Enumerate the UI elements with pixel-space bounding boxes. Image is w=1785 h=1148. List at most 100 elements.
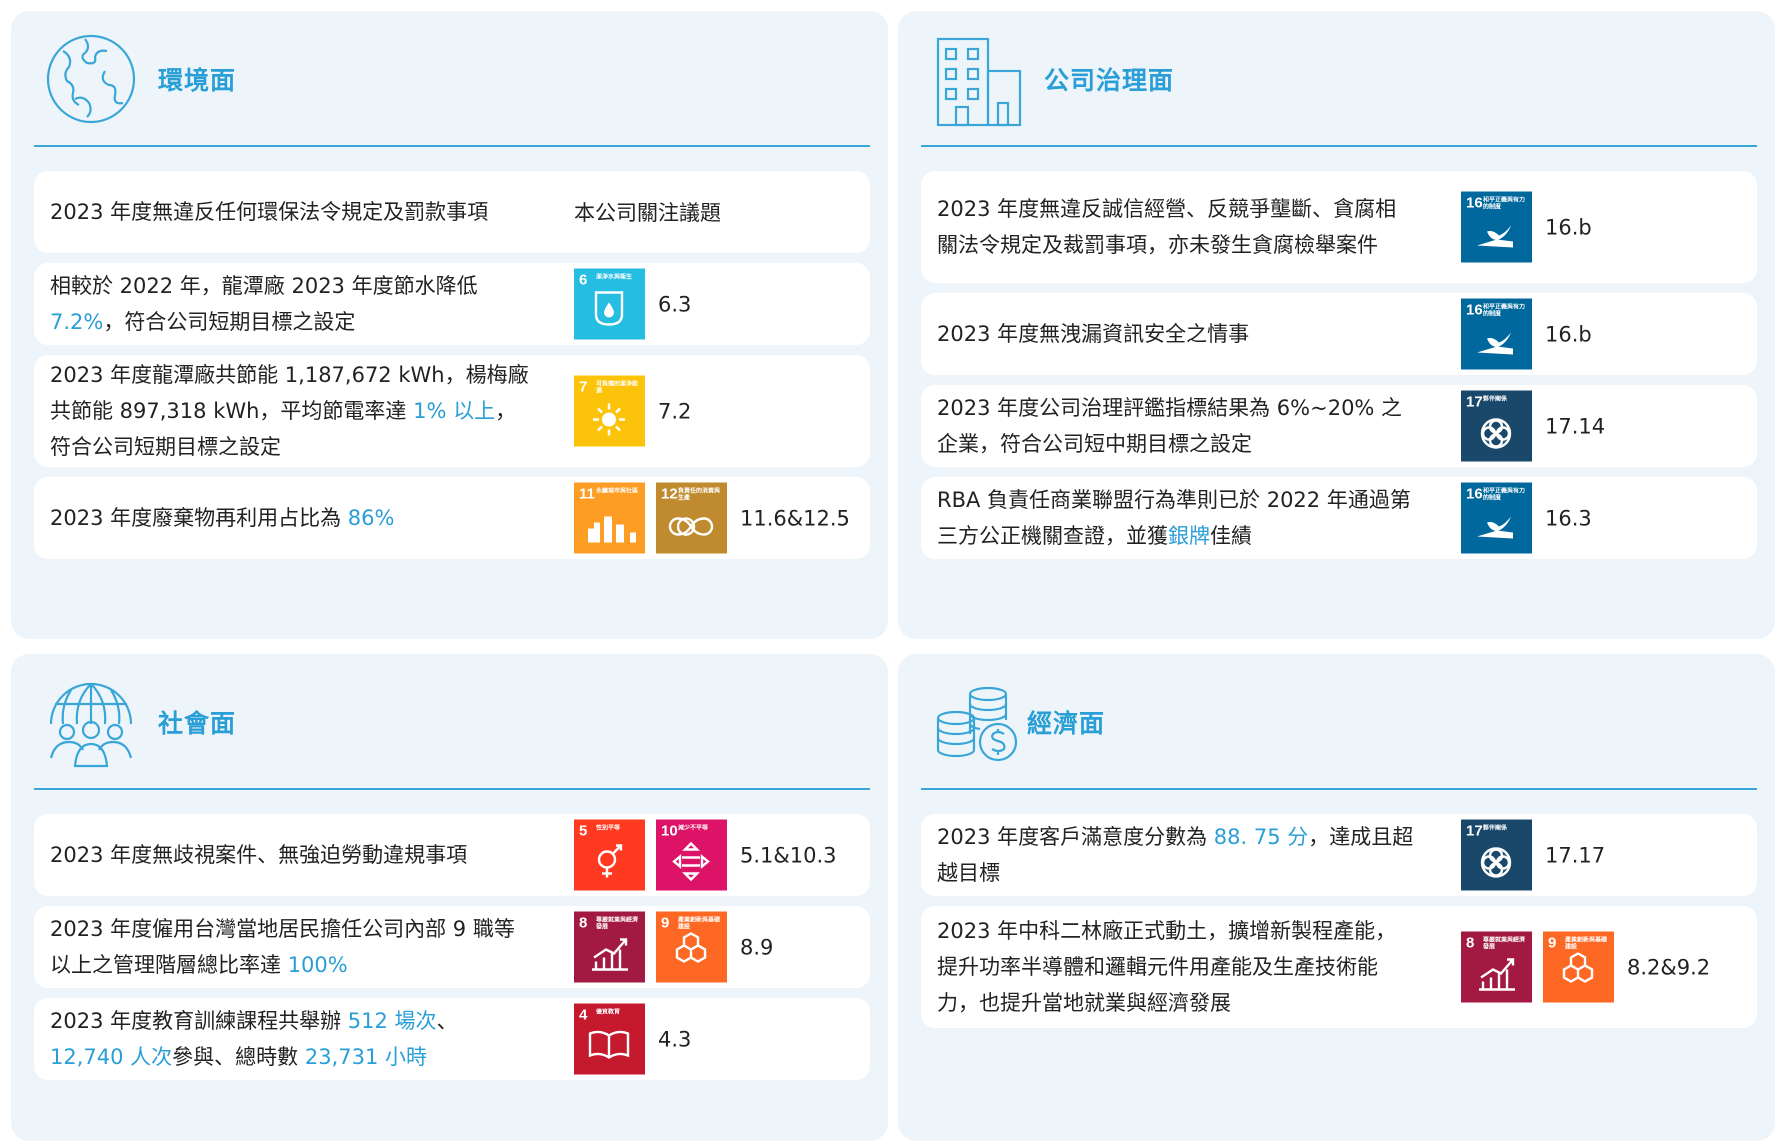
sdg-badges: 8 尊嚴就業與經濟發展 9 產業創新與基礎建設 8.9: [574, 911, 774, 983]
text-segment: 2023 年度教育訓練課程共舉辦: [50, 1009, 348, 1033]
sdg-7-badge: 7 可負擔的潔淨能源: [574, 375, 645, 447]
sdg-17-badge: 17 夥伴關係: [1461, 390, 1532, 462]
list-item: 2023 年度龍潭廠共節能 1,187,672 kWh，楊梅廠共節能 897,3…: [34, 355, 870, 467]
sdg-number: 9: [661, 914, 670, 932]
highlight-text: 23,731 小時: [304, 1045, 427, 1069]
item-text: 2023 年度僱用台灣當地居民擔任公司內部 9 職等以上之管理階層總比率達 10…: [50, 911, 530, 983]
governance-header: 公司治理面: [898, 11, 1775, 147]
list-item: 相較於 2022 年，龍潭廠 2023 年度節水降低 7.2%，符合公司短期目標…: [34, 263, 870, 345]
sdg-caption: 產業創新與基礎建設: [1565, 936, 1608, 951]
list-item: 2023 年度無歧視案件、無強迫勞動違規事項 5 性別平等 10 減少不平等 5.1&10…: [34, 814, 870, 896]
sdg-16-badge: 16 和平正義與有力的制度: [1461, 191, 1532, 263]
sdg-16-badge: 16 和平正義與有力的制度: [1461, 298, 1532, 370]
item-text: 2023 年度無洩漏資訊安全之情事: [937, 316, 1417, 352]
list-item: RBA 負責任商業聯盟行為準則已於 2022 年通過第三方公正機關查證，並獲銀牌…: [921, 477, 1757, 559]
header-rule: [34, 145, 870, 147]
sdg-number: 16: [1466, 301, 1483, 319]
sdg-caption: 性別平等: [596, 824, 621, 832]
globe-icon: [46, 34, 136, 124]
item-text: 2023 年度客戶滿意度分數為 88. 75 分，達成且超越目標: [937, 819, 1417, 891]
list-item: 2023 年度無洩漏資訊安全之情事 16 和平正義與有力的制度 16.b: [921, 293, 1757, 375]
item-text: 2023 年中科二林廠正式動土，擴增新製程產能，提升功率半導體和邏輯元件用產能及…: [937, 913, 1417, 1021]
sdg-badges: 7 可負擔的潔淨能源 7.2: [574, 375, 691, 447]
environment-title: 環境面: [158, 66, 237, 95]
sdg-6-badge: 6 潔淨水與衛生: [574, 268, 645, 340]
sdg-badges: 4 優質教育 4.3: [574, 1003, 692, 1075]
text-segment: 2023 年度僱用台灣當地居民擔任公司內部 9 職等以上之管理階層總比率達: [50, 917, 515, 977]
item-text: 2023 年度無違反誠信經營、反競爭壟斷、貪腐相關法令規定及裁罰事項，亦未發生貪…: [937, 191, 1417, 263]
sdg-caption: 和平正義與有力的制度: [1483, 303, 1526, 318]
text-segment: 2023 年中科二林廠正式動土，擴增新製程產能，提升功率半導體和邏輯元件用產能及…: [937, 919, 1397, 1015]
sdg-target: 17.14: [1545, 414, 1606, 438]
sdg-badges: 17 夥伴關係 17.17: [1461, 819, 1605, 891]
text-segment: 、: [436, 1009, 458, 1033]
sdg-number: 17: [1466, 393, 1483, 411]
sdg-badges: 16 和平正義與有力的制度 16.b: [1461, 191, 1592, 263]
text-segment: 2023 年度無違反誠信經營、反競爭壟斷、貪腐相關法令規定及裁罰事項，亦未發生貪…: [937, 197, 1397, 257]
economic-panel: 經濟面 2023 年度客戶滿意度分數為 88. 75 分，達成且超越目標 17 夥伴…: [898, 654, 1775, 1141]
sdg-number: 16: [1466, 485, 1483, 503]
highlight-text: 7.2%: [50, 310, 104, 334]
governance-title: 公司治理面: [1044, 66, 1175, 95]
list-item: 2023 年度無違反任何環保法令規定及罰款事項 本公司關注議題: [34, 171, 870, 253]
sdg-caption: 減少不平等: [678, 824, 709, 832]
sdg-12-badge: 12 負責任的消費與生產: [656, 482, 727, 554]
economic-header: 經濟面: [898, 654, 1775, 790]
highlight-text: 512 場次: [347, 1009, 437, 1033]
coins-dollar-icon: [936, 686, 1018, 762]
sdg-8-badge: 8 尊嚴就業與經濟發展: [1461, 931, 1532, 1003]
social-panel: 社會面 2023 年度無歧視案件、無強迫勞動違規事項 5 性別平等 10 減少不平等 5.…: [11, 654, 888, 1141]
sdg-number: 11: [579, 485, 595, 503]
highlight-text: 86%: [347, 506, 395, 530]
sdg-target: 8.2&9.2: [1627, 955, 1711, 979]
sdg-target: 16.b: [1545, 215, 1592, 239]
sdg-caption: 潔淨水與衛生: [596, 273, 633, 281]
governance-panel: 公司治理面 2023 年度無違反誠信經營、反競爭壟斷、貪腐相關法令規定及裁罰事項…: [898, 11, 1775, 639]
sdg-17-badge: 17 夥伴關係: [1461, 819, 1532, 891]
sdg-caption: 產業創新與基礎建設: [678, 916, 721, 931]
list-item: 2023 年度廢棄物再利用占比為 86% 11 永續城市與社區 12 負責任的消費與生產…: [34, 477, 870, 559]
highlight-text: 100%: [287, 953, 348, 977]
sdg-caption: 尊嚴就業與經濟發展: [596, 916, 639, 931]
header-rule: [921, 145, 1757, 147]
list-item: 2023 年度公司治理評鑑指標結果為 6%~20% 之企業，符合公司短中期目標之…: [921, 385, 1757, 467]
economic-title: 經濟面: [1027, 709, 1106, 738]
sdg-caption: 負責任的消費與生產: [678, 487, 721, 502]
sdg-target: 6.3: [658, 292, 692, 316]
sdg-number: 9: [1548, 934, 1557, 952]
sdg-8-badge: 8 尊嚴就業與經濟發展: [574, 911, 645, 983]
text-segment: 2023 年度廢棄物再利用占比為: [50, 506, 348, 530]
sdg-badges: 5 性別平等 10 減少不平等 5.1&10.3: [574, 819, 837, 891]
sdg-number: 7: [579, 378, 588, 396]
sdg-number: 8: [579, 914, 588, 932]
focus-issue-header: 本公司關注議題: [574, 201, 721, 225]
sdg-target: 4.3: [658, 1027, 692, 1051]
sdg-badges: 8 尊嚴就業與經濟發展 9 產業創新與基礎建設 8.2&9.2: [1461, 931, 1711, 1003]
text-segment: 2023 年度公司治理評鑑指標結果為 6%~20% 之企業，符合公司短中期目標之…: [937, 396, 1403, 456]
list-item: 2023 年度無違反誠信經營、反競爭壟斷、貪腐相關法令規定及裁罰事項，亦未發生貪…: [921, 171, 1757, 283]
sdg-target: 5.1&10.3: [740, 843, 837, 867]
sdg-caption: 夥伴關係: [1483, 824, 1508, 832]
sdg-10-badge: 10 減少不平等: [656, 819, 727, 891]
text-segment: 2023 年度客戶滿意度分數為: [937, 825, 1214, 849]
sdg-number: 12: [661, 485, 678, 503]
list-item: 2023 年度教育訓練課程共舉辦 512 場次、12,740 人次參與、總時數 …: [34, 998, 870, 1080]
item-text: 相較於 2022 年，龍潭廠 2023 年度節水降低 7.2%，符合公司短期目標…: [50, 268, 530, 340]
sdg-4-badge: 4 優質教育: [574, 1003, 645, 1075]
sdg-number: 17: [1466, 822, 1483, 840]
text-segment: 相較於 2022 年，龍潭廠 2023 年度節水降低: [50, 274, 478, 298]
header-rule: [34, 788, 870, 790]
sdg-caption: 可負擔的潔淨能源: [596, 380, 639, 395]
sdg-caption: 優質教育: [596, 1008, 621, 1016]
highlight-text: 1% 以上: [413, 399, 496, 423]
sdg-caption: 永續城市與社區: [596, 487, 639, 495]
social-header: 社會面: [11, 654, 888, 790]
sdg-target: 8.9: [740, 935, 774, 959]
sdg-caption: 和平正義與有力的制度: [1483, 196, 1526, 211]
sdg-caption: 尊嚴就業與經濟發展: [1483, 936, 1526, 951]
text-segment: 2023 年度無歧視案件、無強迫勞動違規事項: [50, 843, 468, 867]
sdg-badges: 17 夥伴關係 17.14: [1461, 390, 1606, 462]
building-icon: [936, 37, 1022, 127]
sdg-16-badge: 16 和平正義與有力的制度: [1461, 482, 1532, 554]
sdg-number: 8: [1466, 934, 1475, 952]
